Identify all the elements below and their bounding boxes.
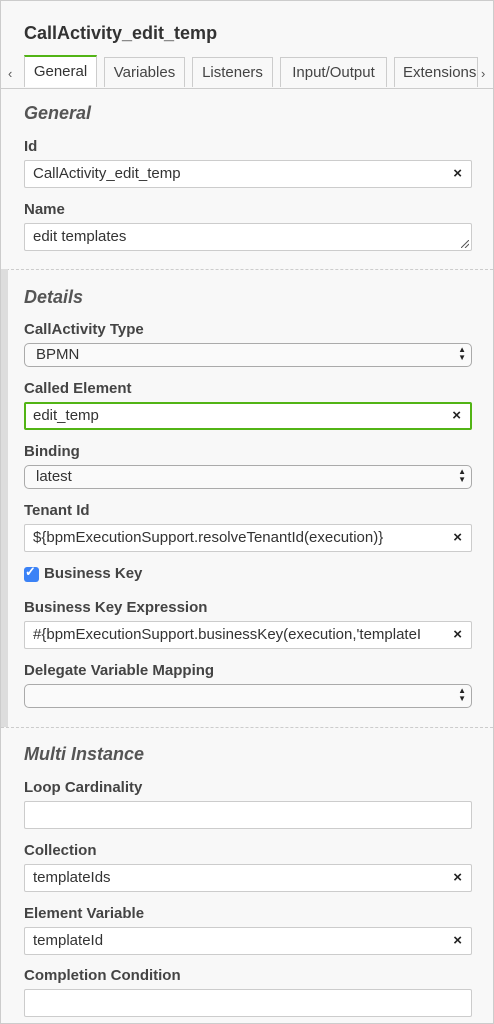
tenant-id-value: ${bpmExecutionSupport.resolveTenantId(ex… <box>33 529 384 546</box>
group-indicator-bar <box>1 269 8 727</box>
panel-title: CallActivity_edit_temp <box>24 23 218 43</box>
binding-select[interactable]: latest ▲ ▼ <box>24 465 472 489</box>
clear-icon[interactable]: × <box>453 865 462 891</box>
clear-icon[interactable]: × <box>453 525 462 551</box>
group-divider <box>1 269 493 270</box>
element-variable-value: templateId <box>33 932 104 949</box>
tab-listeners[interactable]: Listeners <box>192 57 273 87</box>
name-label: Name <box>24 201 65 218</box>
checkmark-icon: ✓ <box>25 564 36 579</box>
select-arrows-icon: ▲ ▼ <box>458 686 466 703</box>
clear-icon[interactable]: × <box>449 622 462 648</box>
id-label: Id <box>24 138 38 155</box>
name-value: edit templates <box>33 228 127 245</box>
select-arrows-icon: ▲ ▼ <box>458 345 466 362</box>
binding-label: Binding <box>24 443 80 460</box>
calltype-select[interactable]: BPMN ▲ ▼ <box>24 343 472 367</box>
calltype-value: BPMN <box>36 346 80 363</box>
delegate-mapping-select[interactable]: ▲ ▼ <box>24 684 472 708</box>
bk-expression-field[interactable]: #{bpmExecutionSupport.businessKey(execut… <box>24 621 472 649</box>
bk-expression-value: #{bpmExecutionSupport.businessKey(execut… <box>33 626 422 643</box>
collection-label: Collection <box>24 842 97 859</box>
called-element-value: edit_temp <box>33 407 99 424</box>
resize-handle-icon[interactable] <box>461 240 469 248</box>
tenant-id-label: Tenant Id <box>24 502 90 519</box>
collection-value: templateIds <box>33 869 111 886</box>
tabs-scroll-left-icon[interactable]: ‹ <box>8 66 12 81</box>
called-element-label: Called Element <box>24 380 132 397</box>
tab-general[interactable]: General <box>24 55 97 87</box>
group-multi-instance-heading: Multi Instance <box>24 744 145 764</box>
completion-condition-label: Completion Condition <box>24 967 181 984</box>
calltype-label: CallActivity Type <box>24 321 144 338</box>
tenant-id-field[interactable]: ${bpmExecutionSupport.resolveTenantId(ex… <box>24 524 472 552</box>
business-key-checkbox[interactable]: ✓ <box>24 564 39 582</box>
delegate-mapping-label: Delegate Variable Mapping <box>24 662 215 679</box>
group-general-heading: General <box>24 103 92 123</box>
completion-condition-field[interactable] <box>24 989 472 1017</box>
properties-panel: CallActivity_edit_temp ‹ General Variabl… <box>0 0 494 1024</box>
called-element-field[interactable]: edit_temp × <box>24 402 472 430</box>
clear-icon[interactable]: × <box>452 404 461 428</box>
loop-cardinality-field[interactable] <box>24 801 472 829</box>
tabs-scroll-right-icon[interactable]: › <box>481 66 485 81</box>
group-divider <box>1 727 493 728</box>
clear-icon[interactable]: × <box>453 161 462 187</box>
group-details-heading: Details <box>24 287 84 307</box>
tab-extensions[interactable]: Extensions <box>394 57 478 87</box>
tab-bar: ‹ General Variables Listeners Input/Outp… <box>1 55 493 89</box>
business-key-label: Business Key <box>44 565 143 582</box>
collection-field[interactable]: templateIds × <box>24 864 472 892</box>
loop-cardinality-label: Loop Cardinality <box>24 779 143 796</box>
tab-variables[interactable]: Variables <box>104 57 185 87</box>
binding-value: latest <box>36 468 72 485</box>
id-field[interactable]: CallActivity_edit_temp × <box>24 160 472 188</box>
element-variable-label: Element Variable <box>24 905 145 922</box>
select-arrows-icon: ▲ ▼ <box>458 467 466 484</box>
clear-icon[interactable]: × <box>453 928 462 954</box>
id-value: CallActivity_edit_temp <box>33 165 181 182</box>
bk-expression-label: Business Key Expression <box>24 599 208 616</box>
tab-input-output[interactable]: Input/Output <box>280 57 387 87</box>
element-variable-field[interactable]: templateId × <box>24 927 472 955</box>
name-textarea[interactable]: edit templates <box>24 223 472 251</box>
